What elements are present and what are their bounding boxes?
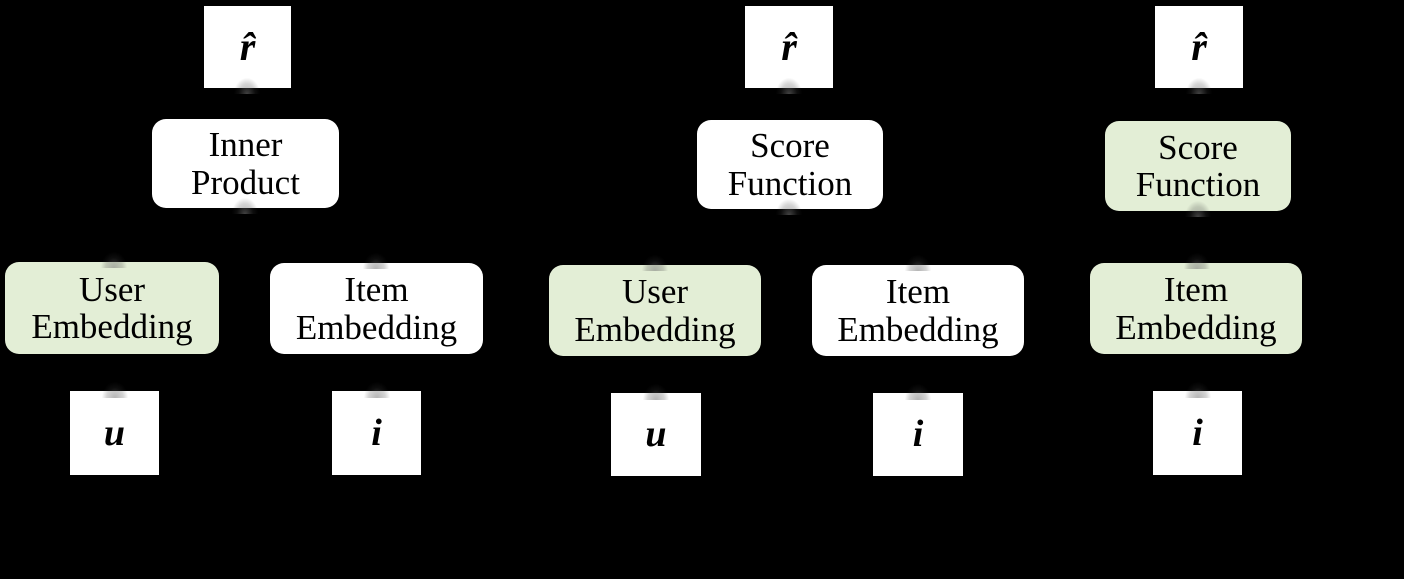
item-embedding-box-panel3: Item Embedding	[1090, 263, 1302, 354]
operator-label: Score Function	[727, 126, 853, 203]
item-embedding-label: Item Embedding	[295, 270, 458, 347]
user-embedding-label: User Embedding	[574, 272, 736, 349]
user-embedding-box-panel2: User Embedding	[549, 265, 761, 356]
user-embedding-label: User Embedding	[31, 269, 193, 346]
operator-label: Inner Product	[191, 125, 300, 202]
item-input-label: i	[371, 411, 382, 454]
input-item-panel1: i	[332, 391, 421, 475]
rhat-label: r̂	[781, 23, 797, 69]
input-user-panel2: u	[611, 393, 701, 476]
operator-label: Score Function	[1135, 127, 1261, 204]
operator-box-panel1: Inner Product	[152, 119, 339, 208]
diagram-canvas: r̂ Inner Product User Embedding Item Emb…	[0, 0, 1404, 579]
output-rhat-panel1: r̂	[204, 6, 291, 88]
output-rhat-panel2: r̂	[745, 6, 833, 88]
item-embedding-box-panel2: Item Embedding	[812, 265, 1024, 356]
operator-box-panel3: Score Function	[1105, 121, 1291, 211]
item-input-label: i	[1192, 411, 1203, 454]
input-item-panel2: i	[873, 393, 963, 476]
item-embedding-label: Item Embedding	[1115, 270, 1277, 347]
output-rhat-panel3: r̂	[1155, 6, 1243, 88]
item-input-label: i	[912, 413, 924, 456]
user-input-label: u	[645, 413, 667, 456]
user-embedding-box-panel1: User Embedding	[5, 262, 219, 354]
rhat-label: r̂	[239, 23, 256, 69]
user-input-label: u	[103, 411, 126, 454]
input-user-panel1: u	[70, 391, 159, 475]
operator-box-panel2: Score Function	[697, 120, 883, 209]
rhat-label: r̂	[1191, 23, 1207, 69]
item-embedding-box-panel1: Item Embedding	[270, 263, 483, 354]
item-embedding-label: Item Embedding	[837, 272, 999, 349]
input-item-panel3: i	[1153, 391, 1242, 475]
